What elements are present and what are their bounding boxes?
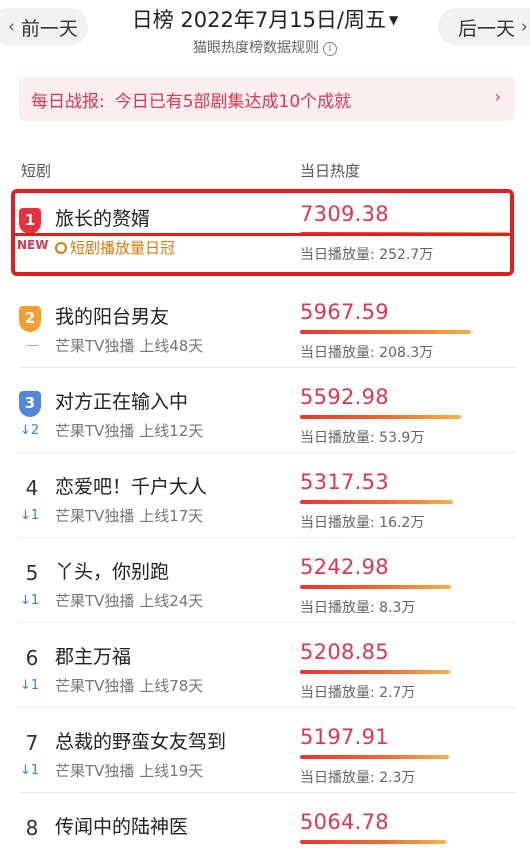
- daily-plays: 当日播放量: 208.3万: [300, 345, 434, 361]
- rank-trend: ↓1: [20, 593, 40, 608]
- column-header-heat: 当日热度: [300, 162, 361, 180]
- series-title[interactable]: 我的阳台男友: [55, 302, 169, 329]
- heat-score: 5197.91: [300, 725, 389, 749]
- rank-trend: —: [26, 338, 39, 353]
- sub-label: 芒果TV独播 上线48天: [55, 337, 204, 355]
- heat-score: 5242.98: [300, 555, 389, 579]
- data-rules-link[interactable]: 猫眼热度榜数据规则 i: [130, 37, 400, 57]
- daily-plays: 当日播放量: 2.3万: [300, 770, 416, 786]
- daily-plays: 当日播放量: 2.7万: [300, 685, 416, 701]
- sub-label: 芒果TV独播 上线19天: [55, 762, 204, 780]
- prev-day-button[interactable]: ‹ 前一天: [0, 8, 88, 46]
- top-bar: ‹ 前一天 日榜 2022年7月15日/周五 ▼ 猫眼热度榜数据规则 i 后一天 ›: [0, 0, 530, 70]
- heat-bar: [300, 670, 450, 674]
- series-meta: 芒果TV独播 上线17天: [55, 505, 203, 526]
- daily-report-text: 今日已有5部剧集达成10个成就: [114, 91, 352, 112]
- series-meta: 芒果TV独播 上线24天: [55, 590, 203, 611]
- heat-bar: [300, 840, 446, 844]
- chevron-right-icon: ›: [521, 17, 528, 37]
- row-divider: [19, 452, 515, 453]
- sub-label: 芒果TV独播 上线24天: [55, 592, 204, 610]
- heat-bar: [300, 500, 453, 504]
- rank-badge: 3: [19, 391, 41, 417]
- info-icon: i: [323, 42, 337, 56]
- row-divider: [19, 537, 515, 538]
- heat-bar: [300, 755, 449, 759]
- series-meta: 芒果TV独播 上线48天: [55, 335, 203, 356]
- heat-score: 5592.98: [300, 385, 389, 409]
- daily-plays: 当日播放量: 53.9万: [300, 430, 425, 446]
- series-meta: 芒果TV独播 上线19天: [55, 760, 203, 781]
- series-title[interactable]: 传闻中的陆神医: [55, 812, 188, 839]
- daily-report-prefix: 每日战报:: [31, 91, 105, 112]
- next-day-label: 后一天: [458, 17, 516, 40]
- prev-day-label: 前一天: [20, 17, 78, 40]
- heat-bar: [300, 330, 471, 334]
- row-divider: [19, 792, 515, 793]
- heat-score: 5208.85: [300, 640, 389, 664]
- caret-down-icon: ▼: [389, 13, 399, 27]
- date-label: 日榜 2022年7月15日/周五: [131, 8, 387, 32]
- data-rules-label: 猫眼热度榜数据规则: [193, 40, 319, 56]
- series-meta: 芒果TV独播 上线78天: [55, 675, 203, 696]
- series-title[interactable]: 总裁的野蛮女友驾到: [55, 727, 226, 754]
- row-divider: [19, 622, 515, 623]
- rank-badge: 2: [19, 306, 41, 332]
- rank-trend: ↓1: [20, 763, 40, 778]
- rank-trend: ↓2: [20, 423, 40, 438]
- series-meta: 芒果TV独播 上线12天: [55, 420, 203, 441]
- rank-number: 8: [25, 816, 39, 840]
- series-title[interactable]: 恋爱吧！千户大人: [55, 472, 207, 499]
- next-day-button[interactable]: 后一天 ›: [438, 8, 530, 46]
- daily-plays: 当日播放量: 8.3万: [300, 600, 416, 616]
- chevron-left-icon: ‹: [8, 17, 15, 37]
- sub-label: 芒果TV独播 上线17天: [55, 507, 204, 525]
- series-title[interactable]: 对方正在输入中: [55, 387, 188, 414]
- heat-bar: [300, 585, 451, 589]
- row-divider: [19, 707, 515, 708]
- series-title[interactable]: 丫头，你别跑: [55, 557, 169, 584]
- heat-bar: [300, 415, 461, 419]
- sub-label: 芒果TV独播 上线12天: [55, 422, 204, 440]
- row-divider: [19, 367, 515, 368]
- rank-number: 5: [25, 561, 39, 585]
- sub-label: 芒果TV独播 上线78天: [55, 677, 204, 695]
- heat-score: 5967.59: [300, 300, 389, 324]
- rank-number: 6: [25, 646, 39, 670]
- rank-number: 4: [25, 476, 39, 500]
- chevron-right-icon: ›: [494, 87, 501, 106]
- date-selector[interactable]: 日榜 2022年7月15日/周五 ▼: [130, 4, 400, 34]
- heat-score: 5064.78: [300, 810, 389, 834]
- column-header-series: 短剧: [21, 162, 52, 180]
- heat-score: 5317.53: [300, 470, 389, 494]
- series-title[interactable]: 郡主万福: [55, 642, 131, 669]
- highlight-underline: [12, 233, 512, 236]
- rank-number: 7: [25, 731, 39, 755]
- daily-report-banner[interactable]: 每日战报: 今日已有5部剧集达成10个成就 ›: [19, 77, 515, 121]
- rank-trend: ↓1: [20, 508, 40, 523]
- daily-plays: 当日播放量: 16.2万: [300, 515, 425, 531]
- rank-trend: ↓1: [20, 678, 40, 693]
